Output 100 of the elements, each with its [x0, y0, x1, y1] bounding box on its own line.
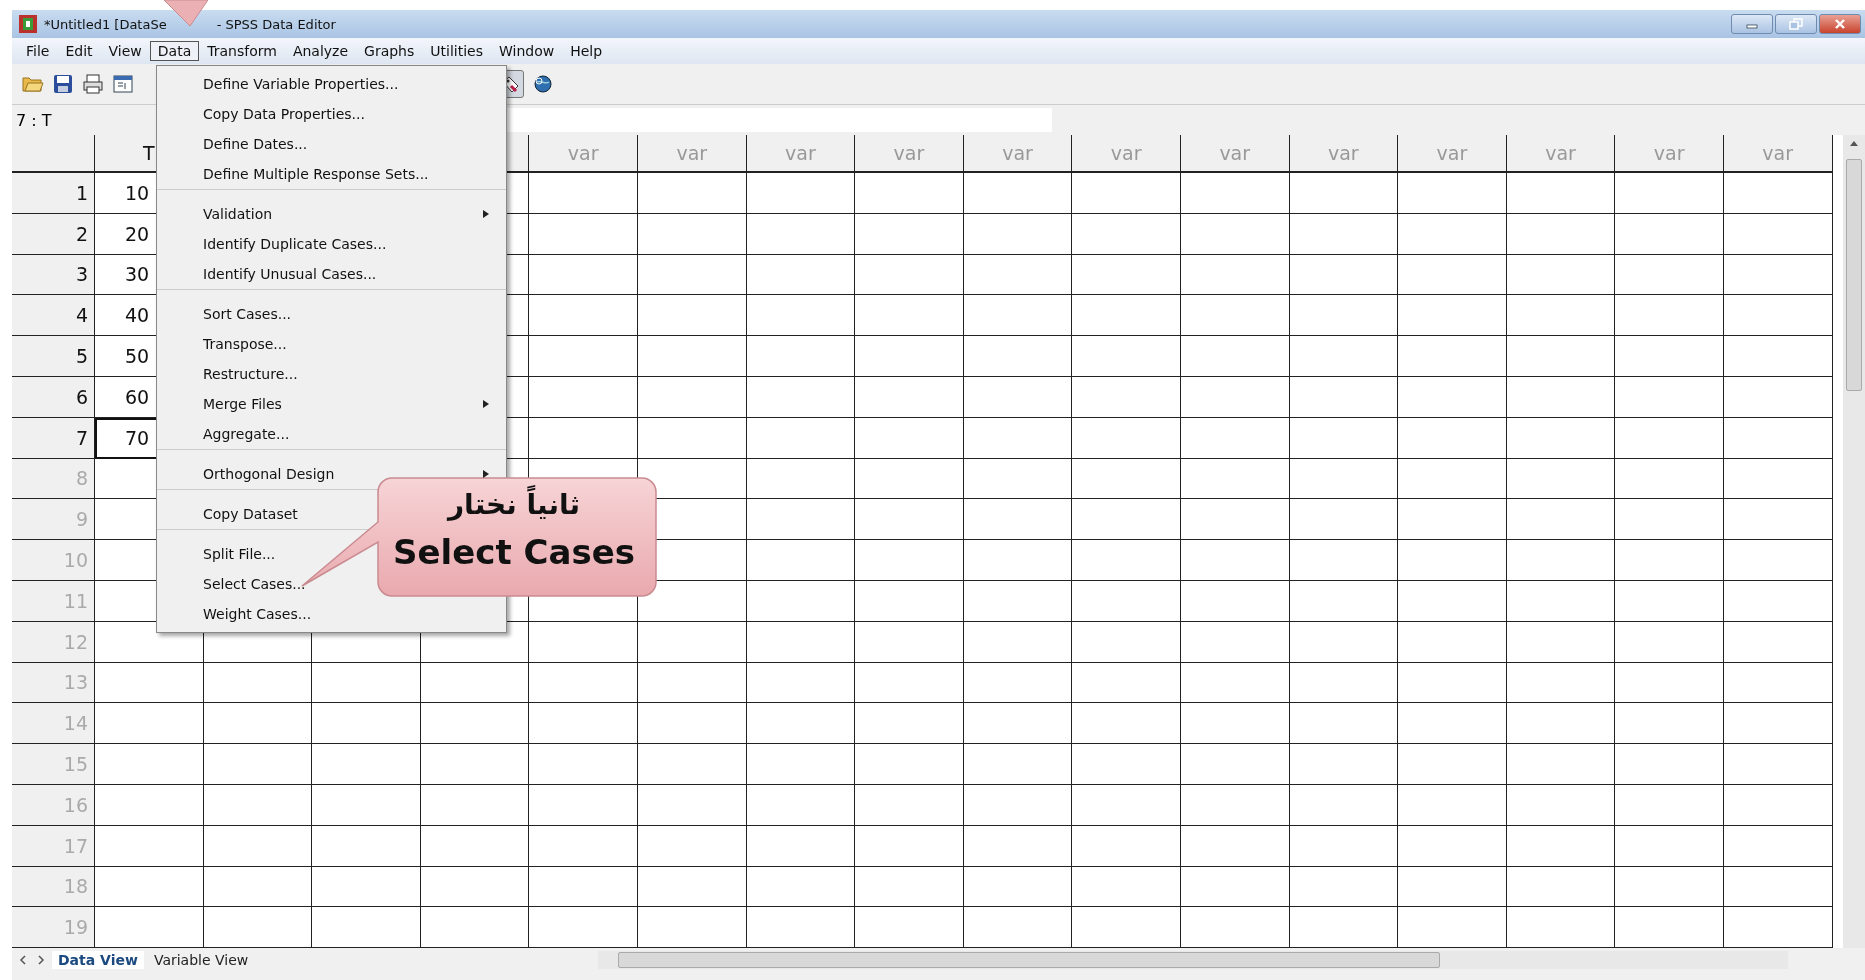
- vertical-scrollbar[interactable]: [1843, 135, 1865, 948]
- table-cell[interactable]: [855, 907, 964, 948]
- view-tab[interactable]: Data View: [52, 951, 144, 969]
- table-cell[interactable]: [746, 458, 856, 500]
- table-cell[interactable]: [1615, 825, 1724, 867]
- table-cell[interactable]: [1398, 540, 1507, 581]
- table-cell[interactable]: [1398, 703, 1507, 745]
- table-cell[interactable]: [95, 703, 204, 745]
- table-cell[interactable]: [1180, 866, 1290, 908]
- table-cell[interactable]: [1723, 458, 1833, 500]
- table-cell[interactable]: [1398, 825, 1507, 867]
- table-cell[interactable]: [1398, 662, 1507, 704]
- table-cell[interactable]: [855, 580, 964, 622]
- table-cell[interactable]: [1615, 703, 1724, 745]
- table-cell[interactable]: [1723, 213, 1833, 255]
- horizontal-scrollbar[interactable]: [598, 951, 1789, 969]
- table-cell[interactable]: [529, 377, 638, 418]
- table-cell[interactable]: [963, 907, 1073, 948]
- table-cell[interactable]: [1180, 621, 1290, 663]
- table-cell[interactable]: [963, 744, 1073, 785]
- table-cell[interactable]: [312, 662, 421, 704]
- table-cell[interactable]: [1506, 417, 1616, 459]
- table-cell[interactable]: [1289, 784, 1399, 826]
- table-cell[interactable]: [1615, 254, 1724, 296]
- table-cell[interactable]: [1723, 499, 1833, 541]
- table-cell[interactable]: [746, 784, 856, 826]
- table-cell[interactable]: 70: [95, 417, 204, 459]
- table-cell[interactable]: [1289, 254, 1399, 296]
- table-cell[interactable]: [203, 662, 313, 704]
- table-cell[interactable]: [529, 907, 638, 948]
- table-cell[interactable]: [1506, 621, 1616, 663]
- table-cell[interactable]: [1615, 662, 1724, 704]
- table-cell[interactable]: [963, 703, 1073, 745]
- table-cell[interactable]: [1180, 213, 1290, 255]
- table-cell[interactable]: [1072, 417, 1181, 459]
- table-cell[interactable]: [1289, 173, 1399, 214]
- table-cell[interactable]: [1072, 499, 1181, 541]
- table-cell[interactable]: [1072, 377, 1181, 418]
- table-cell[interactable]: [1180, 499, 1290, 541]
- table-cell[interactable]: [746, 703, 856, 745]
- table-cell[interactable]: [1180, 662, 1290, 704]
- view-tab[interactable]: Variable View: [147, 951, 255, 969]
- table-cell[interactable]: [1723, 744, 1833, 785]
- table-cell[interactable]: [855, 866, 964, 908]
- table-cell[interactable]: [1615, 499, 1724, 541]
- table-cell[interactable]: [1398, 784, 1507, 826]
- menu-item[interactable]: Utilities: [422, 41, 491, 61]
- table-cell[interactable]: [963, 621, 1073, 663]
- table-cell[interactable]: [1289, 499, 1399, 541]
- row-number[interactable]: 7: [12, 417, 95, 459]
- table-cell[interactable]: [420, 784, 530, 826]
- table-cell[interactable]: [1615, 295, 1724, 337]
- menu-option[interactable]: Aggregate...: [157, 419, 506, 450]
- table-cell[interactable]: [1723, 173, 1833, 214]
- table-cell[interactable]: [1289, 540, 1399, 581]
- table-cell[interactable]: [637, 295, 747, 337]
- row-number[interactable]: 6: [12, 377, 95, 418]
- table-cell[interactable]: [529, 825, 638, 867]
- table-cell[interactable]: [1506, 784, 1616, 826]
- table-cell[interactable]: [1180, 458, 1290, 500]
- table-cell[interactable]: [963, 540, 1073, 581]
- table-cell[interactable]: [1398, 295, 1507, 337]
- table-cell[interactable]: [1072, 580, 1181, 622]
- table-cell[interactable]: [1506, 540, 1616, 581]
- table-cell[interactable]: [1723, 662, 1833, 704]
- table-cell[interactable]: [1398, 417, 1507, 459]
- table-cell[interactable]: [855, 703, 964, 745]
- close-button[interactable]: [1819, 14, 1861, 34]
- table-cell[interactable]: [1072, 703, 1181, 745]
- table-cell[interactable]: [637, 907, 747, 948]
- table-cell[interactable]: [312, 703, 421, 745]
- table-cell[interactable]: [95, 907, 204, 948]
- table-cell[interactable]: [855, 621, 964, 663]
- table-cell[interactable]: [1506, 825, 1616, 867]
- table-cell[interactable]: [963, 784, 1073, 826]
- table-cell[interactable]: [1398, 336, 1507, 377]
- menu-item[interactable]: Transform: [199, 41, 285, 61]
- table-cell[interactable]: [637, 621, 747, 663]
- table-cell[interactable]: [855, 499, 964, 541]
- table-cell[interactable]: [1072, 866, 1181, 908]
- table-cell[interactable]: [529, 213, 638, 255]
- table-cell[interactable]: [529, 336, 638, 377]
- table-cell[interactable]: [963, 417, 1073, 459]
- scrollbar-thumb[interactable]: [1846, 159, 1862, 391]
- table-cell[interactable]: [529, 784, 638, 826]
- table-cell[interactable]: [1615, 458, 1724, 500]
- table-cell[interactable]: [1289, 907, 1399, 948]
- table-cell[interactable]: [1072, 784, 1181, 826]
- globe-icon[interactable]: [532, 73, 554, 95]
- table-cell[interactable]: [1723, 580, 1833, 622]
- table-cell[interactable]: [1180, 336, 1290, 377]
- table-cell[interactable]: [855, 744, 964, 785]
- dialog-icon[interactable]: [112, 73, 134, 95]
- table-cell[interactable]: [855, 336, 964, 377]
- table-cell[interactable]: [1723, 703, 1833, 745]
- table-cell[interactable]: [1289, 744, 1399, 785]
- table-cell[interactable]: [1180, 580, 1290, 622]
- table-cell[interactable]: [1615, 866, 1724, 908]
- table-cell[interactable]: [637, 336, 747, 377]
- table-cell[interactable]: [1398, 866, 1507, 908]
